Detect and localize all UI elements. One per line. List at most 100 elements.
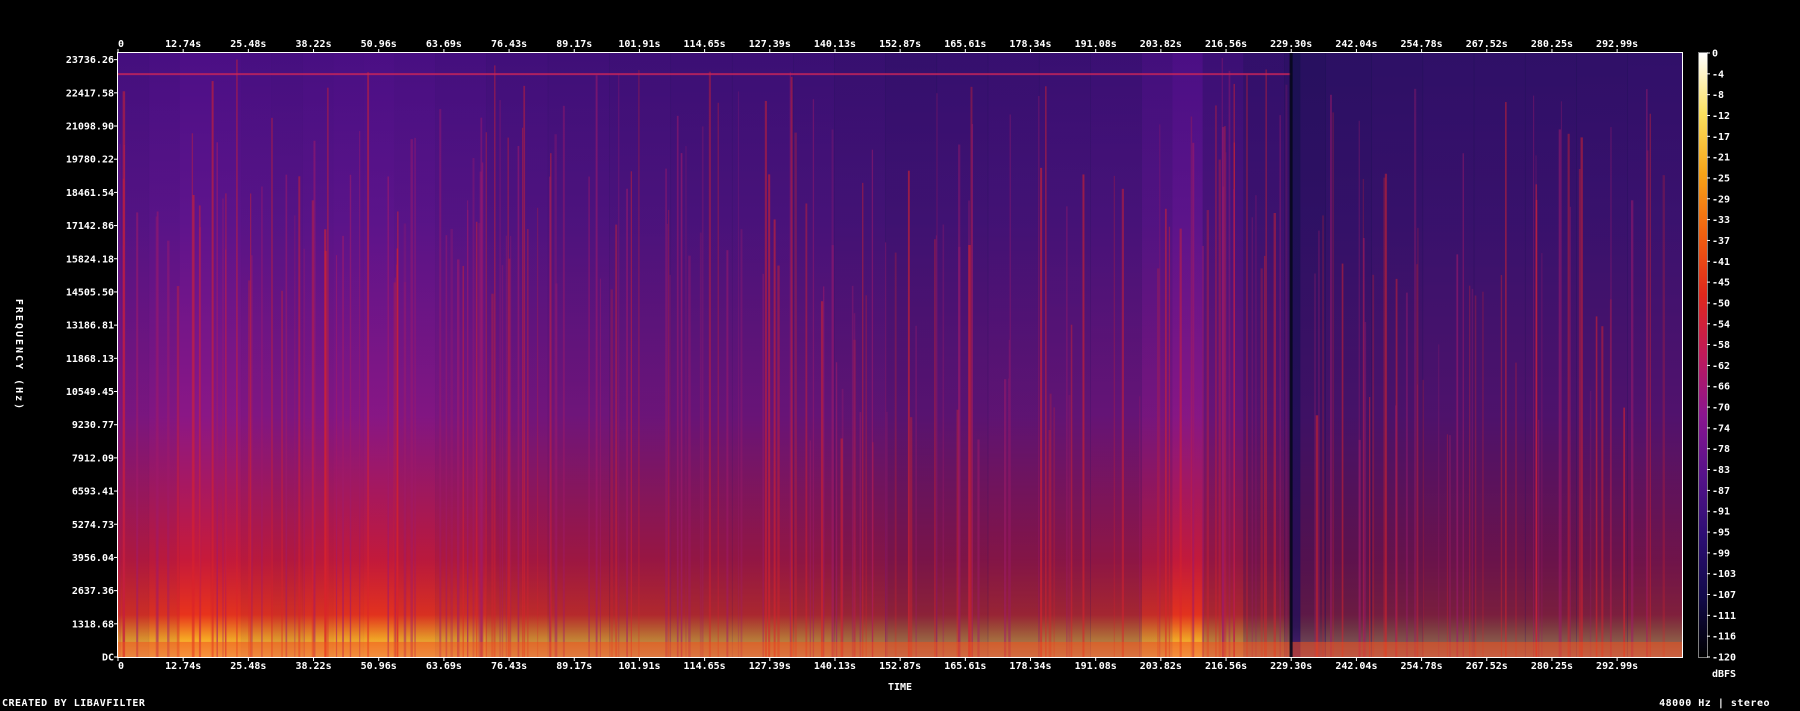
- streak: [1279, 115, 1281, 657]
- envelope-segment: [1141, 53, 1173, 657]
- streak: [248, 280, 251, 657]
- x-tick-label-top: 242.04s: [1335, 39, 1377, 50]
- streak: [499, 100, 501, 657]
- streak: [261, 186, 263, 657]
- streak: [835, 362, 838, 657]
- y-tick-label: 18461.54: [66, 188, 114, 199]
- x-tick-label-bottom: 178.34s: [1009, 661, 1051, 672]
- streak: [1358, 439, 1361, 657]
- streak: [119, 143, 121, 657]
- colorbar-tick-label: -41: [1712, 257, 1730, 268]
- x-tick-label-bottom: 89.17s: [556, 661, 592, 672]
- x-tick-label-top: 254.78s: [1401, 39, 1443, 50]
- streak: [831, 245, 834, 657]
- streak: [1646, 89, 1648, 658]
- colorbar-tick-label: -103: [1712, 569, 1736, 580]
- colorbar-tick-label: -17: [1712, 132, 1730, 143]
- y-tick-label: 15824.18: [66, 254, 114, 265]
- x-tick-label-top: 152.87s: [879, 39, 921, 50]
- y-tick-label: 9230.77: [72, 420, 114, 431]
- streak: [1560, 101, 1562, 657]
- y-tick-label: 5274.73: [72, 520, 114, 531]
- envelope-segment: [987, 53, 1040, 657]
- x-tick-label-bottom: 216.56s: [1205, 661, 1247, 672]
- streak: [1265, 69, 1267, 657]
- x-tick-label-bottom: 229.30s: [1270, 661, 1312, 672]
- streak: [790, 76, 793, 657]
- x-tick-label-top: 76.43s: [491, 39, 527, 50]
- streak: [521, 127, 524, 657]
- envelope-segment: [1627, 53, 1683, 657]
- streak: [414, 137, 416, 657]
- colorbar-tick-label: -50: [1712, 298, 1730, 309]
- streak: [1285, 84, 1288, 657]
- streak: [216, 142, 218, 657]
- streak: [934, 239, 936, 657]
- colorbar-tick-label: -95: [1712, 528, 1730, 539]
- streak: [1273, 212, 1276, 658]
- streak: [1040, 167, 1043, 657]
- x-tick-label-top: 101.91s: [618, 39, 660, 50]
- streak: [1222, 186, 1225, 658]
- streak: [977, 439, 980, 657]
- silence-gap: [1289, 53, 1293, 657]
- x-tick-label-top: 25.48s: [230, 39, 266, 50]
- streak: [1395, 405, 1397, 657]
- streak: [665, 168, 667, 657]
- streak: [507, 137, 509, 658]
- streak: [1500, 275, 1503, 657]
- streak: [537, 207, 539, 657]
- envelope-segment: [936, 53, 989, 657]
- streak: [410, 139, 413, 657]
- y-tick-label: 3956.04: [72, 553, 114, 564]
- streak: [1260, 268, 1263, 657]
- streak: [1630, 200, 1634, 658]
- streak: [1601, 326, 1604, 657]
- x-tick-label-top: 38.22s: [295, 39, 331, 50]
- streak: [549, 176, 551, 657]
- streak: [1535, 155, 1537, 657]
- streak: [768, 174, 771, 657]
- colorbar-tick-label: -87: [1712, 486, 1730, 497]
- streak: [485, 132, 487, 658]
- x-tick-label-top: 280.25s: [1531, 39, 1573, 50]
- streak: [475, 221, 478, 657]
- x-tick-label-bottom: 101.91s: [618, 661, 660, 672]
- streak: [1649, 113, 1651, 657]
- streak: [1462, 153, 1464, 657]
- streak: [610, 289, 613, 657]
- colorbar-tick-label: -37: [1712, 236, 1730, 247]
- streak: [615, 224, 618, 657]
- colorbar-tick-label: -91: [1712, 507, 1730, 518]
- streak: [1341, 263, 1344, 657]
- streak: [1474, 295, 1477, 657]
- x-tick-label-bottom: 203.82s: [1140, 661, 1182, 672]
- streak: [1505, 102, 1507, 657]
- streak: [676, 115, 679, 658]
- colorbar: [1699, 53, 1707, 657]
- streak: [762, 273, 764, 657]
- y-tick-label: 21098.90: [66, 122, 114, 133]
- x-tick-label-bottom: 114.65s: [684, 661, 726, 672]
- x-tick-label-top: 229.30s: [1270, 39, 1312, 50]
- streak: [1066, 206, 1068, 658]
- y-tick-label: 10549.45: [66, 387, 114, 398]
- streak: [599, 278, 601, 657]
- streak: [1533, 95, 1535, 657]
- colorbar-tick-label: -29: [1712, 194, 1730, 205]
- streak: [236, 59, 238, 657]
- streak: [1416, 264, 1418, 657]
- streak: [764, 100, 767, 657]
- streak: [1206, 210, 1209, 657]
- streak: [740, 229, 743, 657]
- streak: [638, 70, 640, 658]
- streak: [1246, 75, 1248, 657]
- streak: [271, 117, 273, 658]
- streak: [1255, 195, 1257, 658]
- y-tick-label: 11868.13: [66, 354, 114, 365]
- streak: [1228, 70, 1231, 657]
- x-tick-label-bottom: 76.43s: [491, 661, 527, 672]
- streak: [805, 203, 808, 658]
- streak: [726, 250, 729, 657]
- streak: [1438, 344, 1440, 657]
